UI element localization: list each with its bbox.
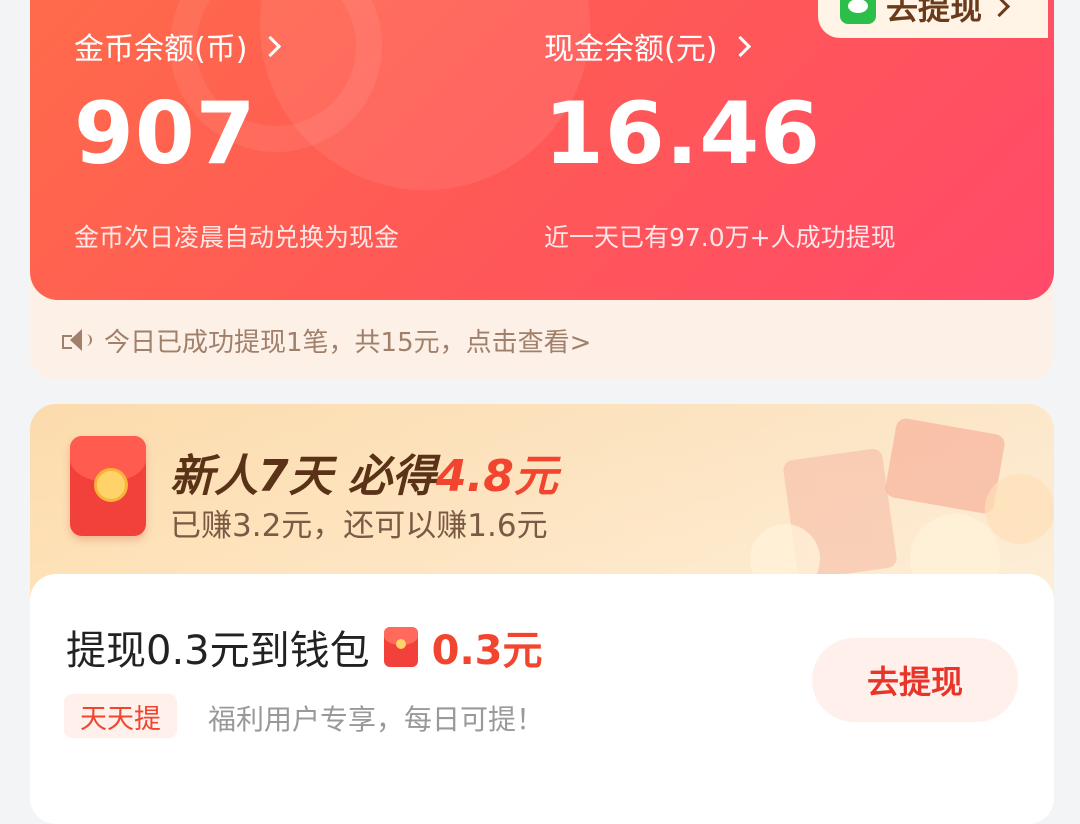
balance-card: 金币余额(币) 907 金币次日凌晨自动兑换为现金 现金余额(元) 16.46 … [30,0,1054,380]
task-reward: 0.3元 [431,628,543,674]
daily-withdraw-tag: 天天提 [64,694,177,738]
cash-balance-value: 16.46 [544,84,822,184]
promo-title-text: 新人7天 必得 [170,451,436,502]
withdraw-top-label: 去提现 [886,0,983,27]
cash-balance-label-text: 现金余额(元) [544,32,718,67]
promo-title: 新人7天 必得4.8元 [170,440,558,504]
decor-coin [985,474,1054,544]
withdraw-notice-text: 今日已成功提现1笔，共15元，点击查看> [104,327,592,358]
promo-amount: 4.8元 [435,451,558,502]
withdraw-notice[interactable]: 今日已成功提现1笔，共15元，点击查看> [60,318,591,362]
task-item: 提现0.3元到钱包 0.3元 天天提 福利用户专享，每日可提！ 去提现 [30,574,1054,824]
withdraw-button[interactable]: 去提现 [812,638,1018,722]
wechat-icon [840,0,876,24]
speaker-icon [60,326,92,354]
chevron-right-icon [730,35,752,57]
chevron-right-icon [260,35,282,57]
coin-balance-value: 907 [74,84,257,184]
chevron-right-icon [988,0,1011,17]
coin-balance-label[interactable]: 金币余额(币) [74,24,282,68]
balance-panel: 金币余额(币) 907 金币次日凌晨自动兑换为现金 现金余额(元) 16.46 … [30,0,1054,300]
red-envelope-icon [70,436,146,536]
withdraw-top-button[interactable]: 去提现 [818,0,1048,38]
task-description: 福利用户专享，每日可提！ [208,703,545,736]
coin-exchange-note: 金币次日凌晨自动兑换为现金 [74,223,400,252]
newbie-task-card: 新人7天 必得4.8元 已赚3.2元，还可以赚1.6元 提现0.3元到钱包 0.… [30,404,1054,824]
withdraw-stats-note: 近一天已有97.0万+人成功提现 [544,223,896,252]
task-title: 提现0.3元到钱包 0.3元 [66,618,542,676]
promo-progress: 已赚3.2元，还可以赚1.6元 [170,508,548,544]
cash-balance-label[interactable]: 现金余额(元) [544,24,752,68]
task-title-text: 提现0.3元到钱包 [66,628,370,674]
red-envelope-icon [383,627,418,667]
coin-balance-label-text: 金币余额(币) [74,32,248,67]
